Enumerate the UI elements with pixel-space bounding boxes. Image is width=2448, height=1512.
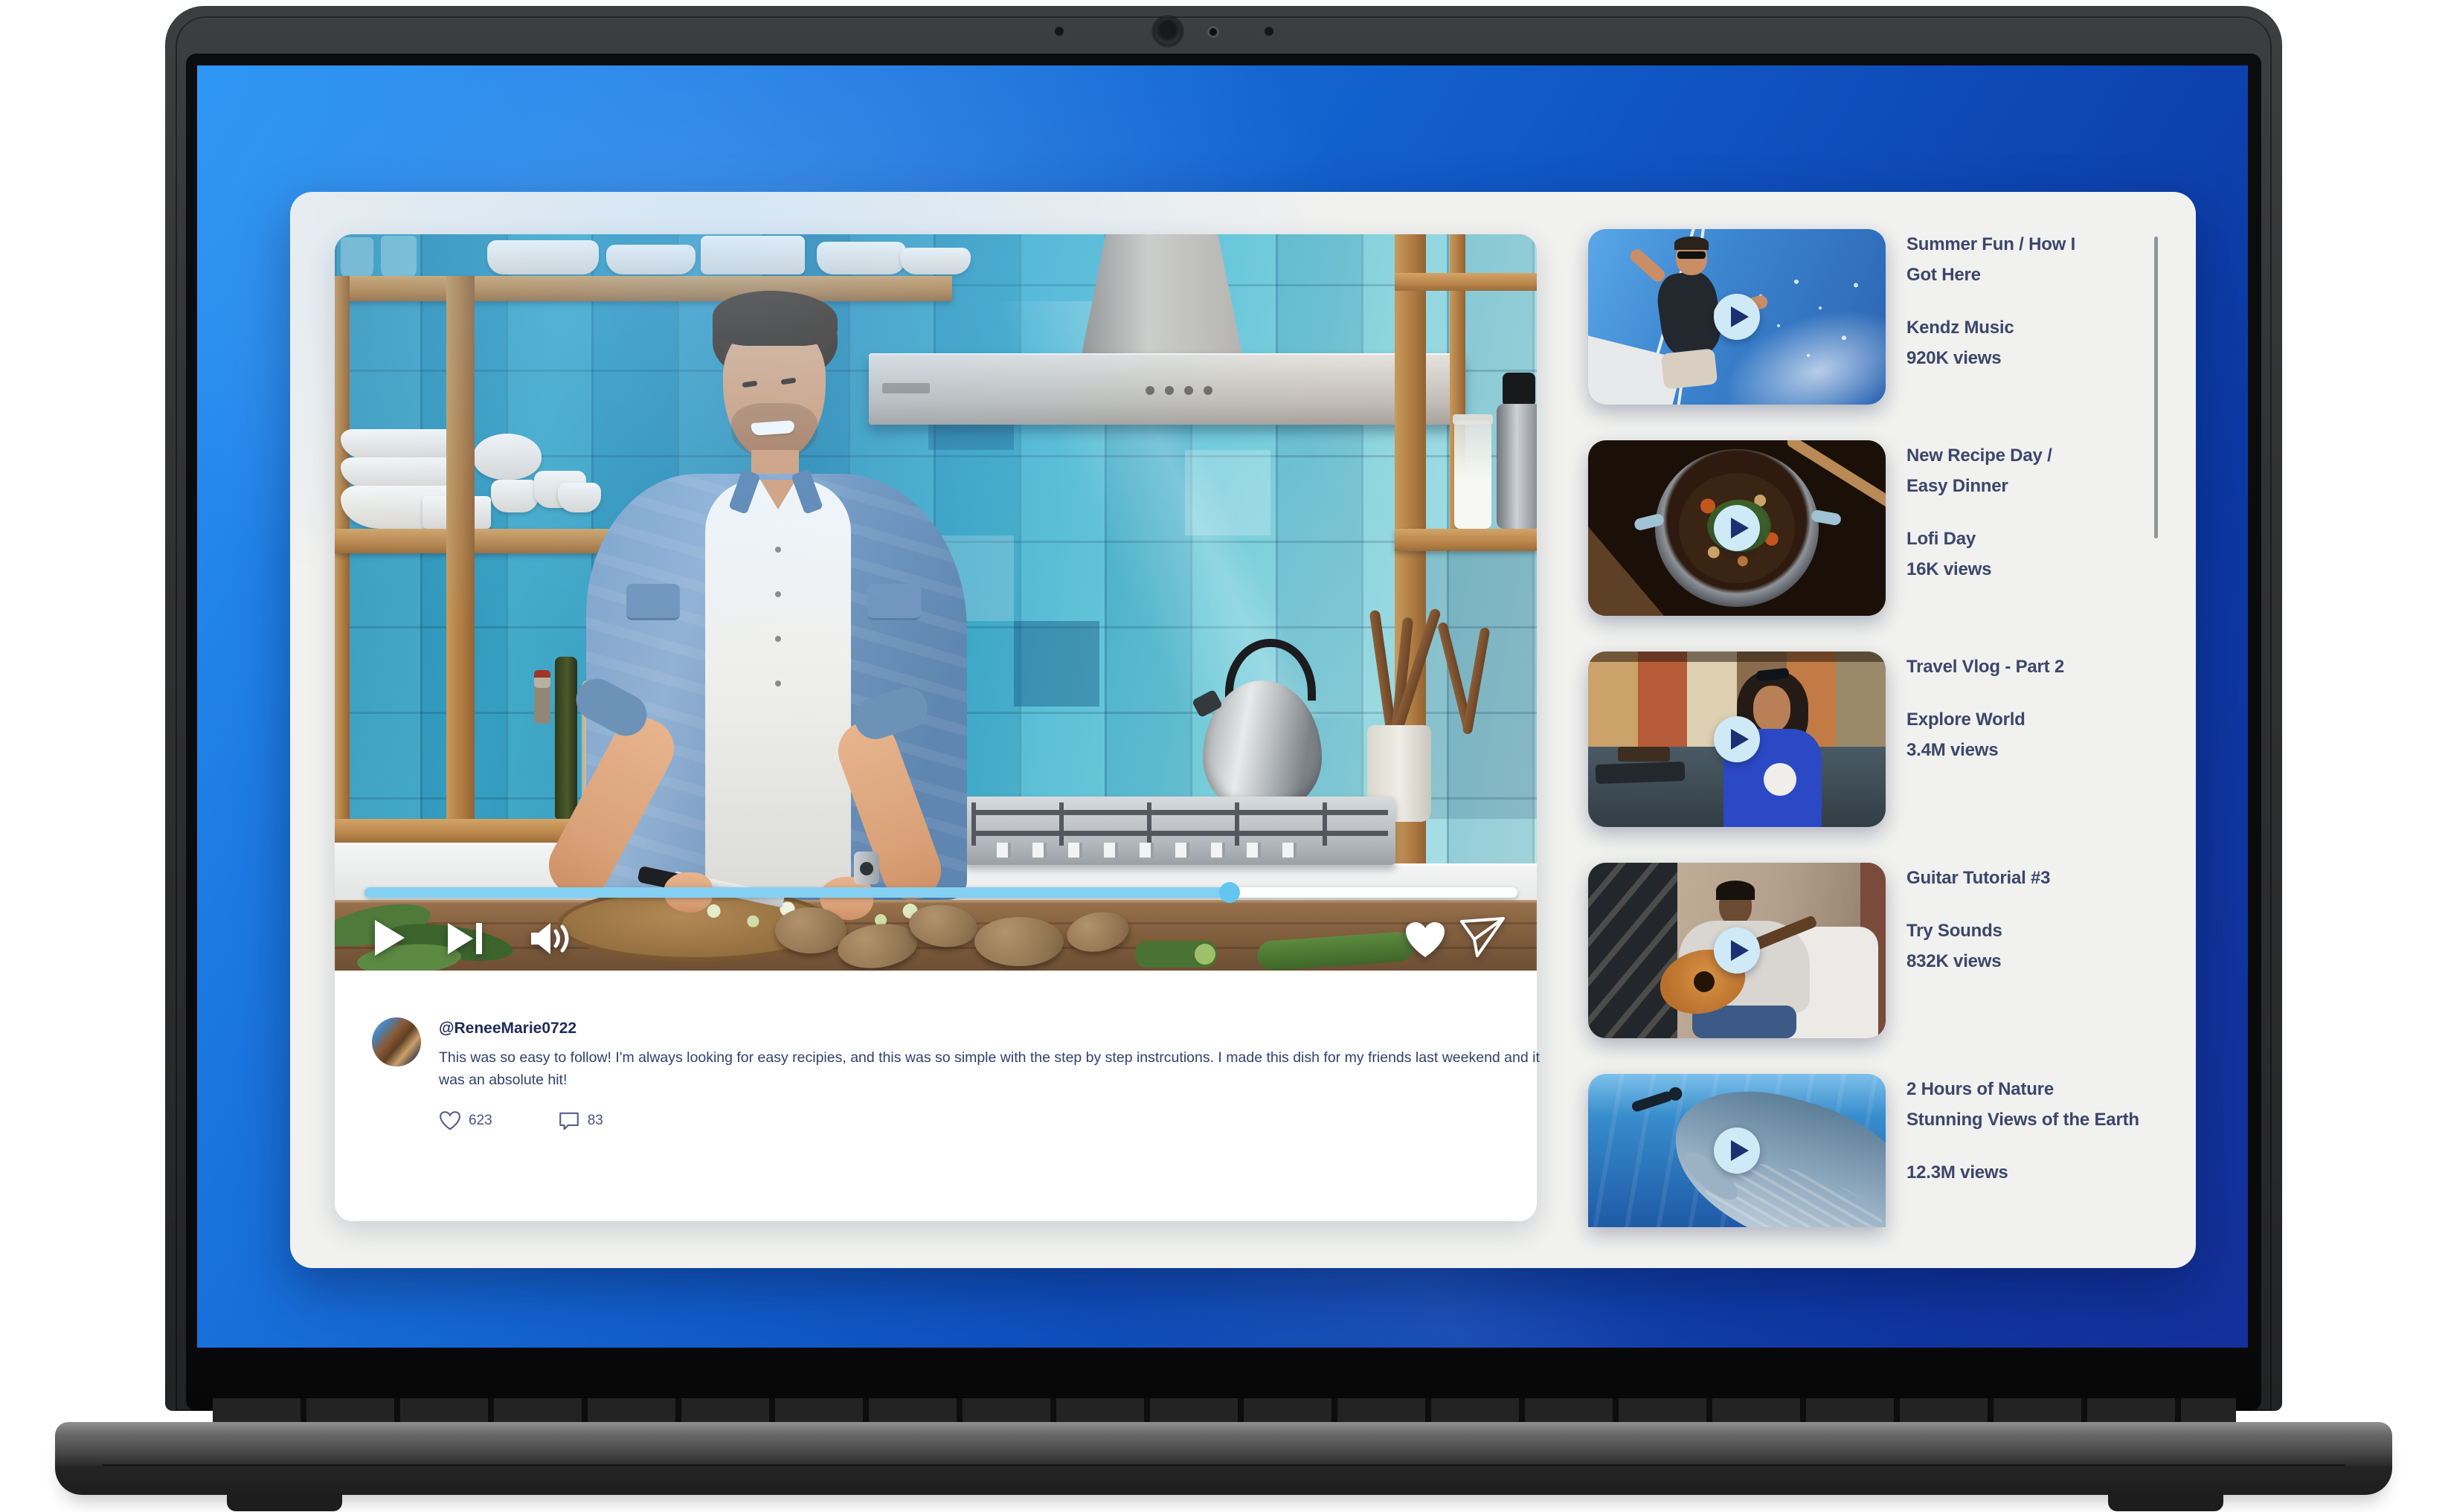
progress-thumb[interactable] xyxy=(1219,882,1240,903)
volume-icon[interactable] xyxy=(530,920,573,961)
suggestion-title: New Recipe Day / Easy Dinner xyxy=(1906,440,2206,501)
suggestion-thumbnail[interactable] xyxy=(1588,440,1886,616)
heart-icon[interactable] xyxy=(1404,921,1446,962)
laptop-foot xyxy=(227,1492,342,1511)
progress-fill xyxy=(364,887,1230,898)
commenter-username: @ReneeMarie0722 xyxy=(439,1020,576,1038)
skip-next-icon[interactable] xyxy=(446,921,485,959)
potato xyxy=(775,907,846,953)
suggestion-title: Travel Vlog - Part 2 xyxy=(1906,652,2206,682)
wrist-watch xyxy=(854,852,879,884)
suggestion-channel: Lofi Day xyxy=(1906,524,2206,554)
comment-text: This was so easy to follow! I'm always l… xyxy=(439,1046,1540,1091)
laptop-screen: @ReneeMarie0722 This was so easy to foll… xyxy=(197,65,2248,1348)
suggestion-thumbnail[interactable] xyxy=(1588,1074,1886,1227)
storage-jar xyxy=(1454,420,1491,529)
range-hood xyxy=(869,353,1464,425)
suggestion-views: 832K views xyxy=(1906,946,2206,977)
webcam xyxy=(1153,16,1183,46)
camera-indicator-dot xyxy=(1209,28,1217,36)
suggestion-thumbnail[interactable] xyxy=(1588,863,1886,1038)
thumbnail-play-icon[interactable] xyxy=(1714,927,1760,974)
reply-count: 83 xyxy=(588,1113,603,1129)
oil-bottle xyxy=(555,657,577,819)
suggestion-views: 12.3M views xyxy=(1906,1157,2206,1188)
comment-bubble-icon xyxy=(558,1110,580,1131)
like-outline-icon xyxy=(439,1110,461,1131)
laptop-foot xyxy=(2108,1492,2223,1511)
suggestion-thumbnail[interactable] xyxy=(1588,652,1886,827)
comment-stats: 623 83 xyxy=(439,1110,603,1131)
laptop-base xyxy=(55,1422,2392,1495)
screenshot: @ReneeMarie0722 This was so easy to foll… xyxy=(0,0,2448,1512)
video-player[interactable] xyxy=(335,234,1537,971)
thumbnail-play-icon[interactable] xyxy=(1714,505,1760,551)
shelf-post xyxy=(446,276,475,844)
suggestion-title: Summer Fun / How I Got Here xyxy=(1906,229,2206,290)
scrollbar[interactable] xyxy=(2154,237,2158,538)
progress-bar[interactable] xyxy=(364,887,1517,898)
suggestion-row[interactable]: Summer Fun / How I Got Here Kendz Music … xyxy=(1588,229,2206,405)
suggestion-row[interactable]: 2 Hours of Nature Stunning Views of the … xyxy=(1588,1074,2206,1227)
suggestion-title: Guitar Tutorial #3 xyxy=(1906,863,2206,893)
thumbnail-play-icon[interactable] xyxy=(1714,294,1760,340)
suggestion-channel: Try Sounds xyxy=(1906,916,2206,946)
suggestion-channel: Kendz Music xyxy=(1906,312,2206,343)
shelf-board xyxy=(335,276,952,301)
comment-replies-button[interactable]: 83 xyxy=(558,1110,603,1131)
suggestion-views: 3.4M views xyxy=(1906,735,2206,765)
thumbnail-play-icon[interactable] xyxy=(1714,716,1760,762)
play-icon[interactable] xyxy=(373,919,406,961)
suggestion-views: 920K views xyxy=(1906,343,2206,373)
suggestion-row[interactable]: Travel Vlog - Part 2 Explore World 3.4M … xyxy=(1588,652,2206,827)
suggestion-row[interactable]: Guitar Tutorial #3 Try Sounds 832K views xyxy=(1588,863,2206,1038)
commenter-avatar[interactable] xyxy=(372,1017,421,1067)
suggestion-channel: Explore World xyxy=(1906,704,2206,735)
microphone-dot xyxy=(1055,27,1064,36)
like-count: 623 xyxy=(469,1113,492,1129)
suggestion-title: 2 Hours of Nature Stunning Views of the … xyxy=(1906,1074,2206,1135)
microphone-dot xyxy=(1265,27,1273,36)
player-card: @ReneeMarie0722 This was so easy to foll… xyxy=(335,234,1537,1221)
thumbnail-play-icon[interactable] xyxy=(1714,1127,1760,1174)
send-icon[interactable] xyxy=(1459,917,1506,962)
comment-like-button[interactable]: 623 xyxy=(439,1110,492,1131)
suggestion-row[interactable]: New Recipe Day / Easy Dinner Lofi Day 16… xyxy=(1588,440,2206,616)
suggestion-thumbnail[interactable] xyxy=(1588,229,1886,405)
suggestion-views: 16K views xyxy=(1906,554,2206,585)
thermos-flask xyxy=(1497,404,1537,529)
